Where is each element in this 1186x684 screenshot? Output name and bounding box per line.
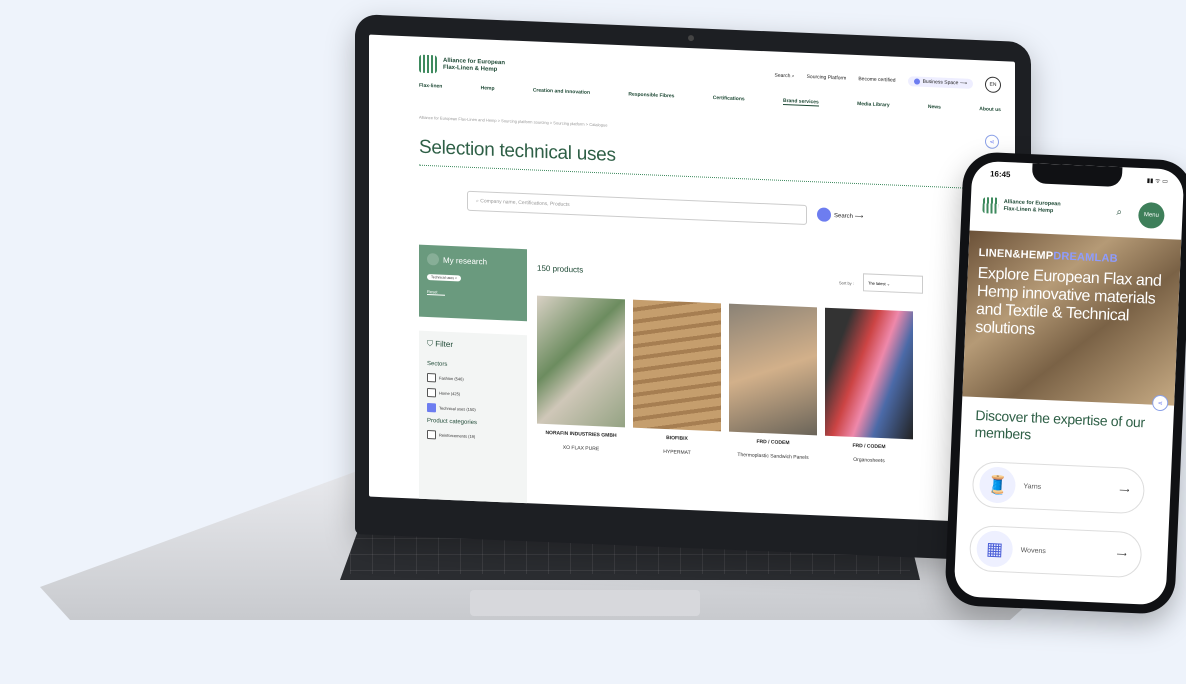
nav-creation-innovation[interactable]: Creation and innovation (533, 87, 590, 96)
product-brand: BIOFIBIX (666, 435, 688, 442)
utility-bar: Search ⌕ Sourcing Platform Become certif… (775, 68, 1001, 94)
laptop-screen: Alliance for European Flax-Linen & Hemp … (369, 34, 1015, 524)
status-time: 16:45 (989, 169, 1011, 180)
product-card[interactable]: NORAFIN INDUSTRIES GMBH XO FLAX PURE (537, 295, 625, 454)
filter-icon: ⛉ (427, 339, 436, 349)
menu-button[interactable]: Menu (1137, 201, 1165, 229)
laptop-lid: Alliance for European Flax-Linen & Hemp … (355, 14, 1031, 563)
site-logo[interactable]: Alliance for European Flax-Linen & Hemp (419, 54, 523, 77)
flax-logo-icon (419, 54, 437, 74)
product-brand: NORAFIN INDUSTRIES GMBH (545, 429, 617, 439)
arrow-right-icon: ⟶ (1119, 487, 1130, 495)
product-card[interactable]: BIOFIBIX HYPERMAT (633, 299, 721, 458)
filter-panel: ⛉ Filter Sectors Fashion (546) Home (425… (419, 330, 527, 524)
phone-site-logo[interactable]: Alliance for European Flax-Linen & Hemp (982, 197, 1074, 217)
filter-checkbox-reinforcements[interactable]: Reinforcements (19) (427, 430, 519, 443)
nav-responsible-fibres[interactable]: Responsible Fibres (628, 91, 674, 100)
chevron-down-icon: ⌄ (886, 280, 891, 286)
phone-device: 16:45 ▮▮ ᯤ ▭ Alliance for European Flax-… (944, 151, 1186, 615)
page-title: Selection technical uses (419, 136, 616, 166)
nav-certifications[interactable]: Certifications (713, 95, 745, 103)
top-search-link[interactable]: Search ⌕ (775, 73, 795, 80)
search-icon[interactable]: ⌕ (1116, 207, 1122, 218)
product-brand: FRD / CODEM (756, 438, 790, 447)
search-input[interactable]: ⌕ Company name, Certifications, Products (467, 190, 807, 225)
results-count: 150 products (537, 263, 584, 275)
my-research-panel: My research Technical uses × Reset (419, 244, 527, 322)
product-brand: FRD / CODEM (852, 442, 886, 451)
device-mockup-scene: Alliance for European Flax-Linen & Hemp … (0, 0, 1186, 684)
arrow-right-icon: ⟶ (1116, 551, 1127, 559)
become-certified-link[interactable]: Become certified (858, 76, 895, 84)
nav-about-us[interactable]: About us (979, 106, 1001, 114)
filter-checkbox-technical-uses[interactable]: Technical uses (150) (427, 403, 519, 416)
phone-notch (1031, 163, 1123, 188)
yarn-icon: 🧵 (978, 466, 1017, 504)
sectors-heading: Sectors (427, 361, 448, 368)
laptop-trackpad (470, 590, 700, 616)
nav-media-library[interactable]: Media Library (857, 101, 890, 109)
product-card[interactable]: FRD / CODEM Thermoplastic Sandwich Panel… (729, 303, 817, 462)
woven-grid-icon: ▦ (975, 530, 1014, 568)
product-card[interactable]: FRD / CODEM Organosheets (825, 307, 913, 466)
status-icons: ▮▮ ᯤ ▭ (1146, 178, 1168, 186)
phone-screen: 16:45 ▮▮ ᯤ ▭ Alliance for European Flax-… (953, 160, 1185, 606)
product-image (633, 299, 721, 432)
camera-icon (688, 34, 694, 42)
category-card-yarns[interactable]: 🧵 Yarns ⟶ (971, 460, 1146, 515)
research-icon (427, 253, 439, 266)
nav-flax-linen[interactable]: Flax-linen (419, 83, 442, 91)
sort-label: Sort by : (839, 280, 854, 286)
product-image (537, 295, 625, 428)
nav-brand-services[interactable]: Brand services (782, 97, 819, 107)
reset-button[interactable]: Reset (427, 289, 445, 296)
my-research-title: My research (443, 255, 488, 267)
product-name: HYPERMAT (663, 448, 691, 457)
product-name: Organosheets (853, 456, 885, 465)
breadcrumb[interactable]: Alliance for European Flax-Linen and Hem… (419, 115, 607, 128)
categories-heading: Product categories (427, 418, 478, 427)
filter-checkbox-fashion[interactable]: Fashion (546) (427, 373, 519, 386)
sourcing-platform-link[interactable]: Sourcing Platform (807, 74, 847, 82)
share-icon[interactable]: ⋖ (985, 134, 999, 149)
product-image (729, 303, 817, 436)
nav-news[interactable]: News (928, 104, 941, 112)
product-image (825, 307, 913, 440)
search-button[interactable]: Search ⟶ (817, 207, 863, 223)
active-filter-tag[interactable]: Technical uses × (427, 274, 461, 282)
nav-hemp[interactable]: Hemp (481, 85, 495, 93)
search-icon: ⌕ (791, 73, 795, 80)
product-name: XO FLAX PURE (562, 444, 600, 453)
sort-select[interactable]: The latest ⌄ (863, 273, 923, 294)
hero-headline: Explore European Flax and Hemp innovativ… (974, 264, 1162, 339)
section-heading: Discover the expertise of our members (974, 406, 1146, 443)
category-card-wovens[interactable]: ▦ Wovens ⟶ (968, 524, 1143, 579)
title-divider (419, 164, 1001, 191)
language-switch[interactable]: EN (985, 76, 1001, 94)
business-space-button[interactable]: Business Space ⟶ (907, 76, 973, 89)
share-icon[interactable]: ⋖ (1151, 394, 1169, 412)
filter-checkbox-home[interactable]: Home (425) (427, 388, 519, 401)
dot-icon (913, 78, 920, 85)
flax-logo-icon (982, 197, 1000, 214)
dot-icon (817, 207, 831, 222)
product-name: Thermoplastic Sandwich Panels (737, 452, 809, 462)
